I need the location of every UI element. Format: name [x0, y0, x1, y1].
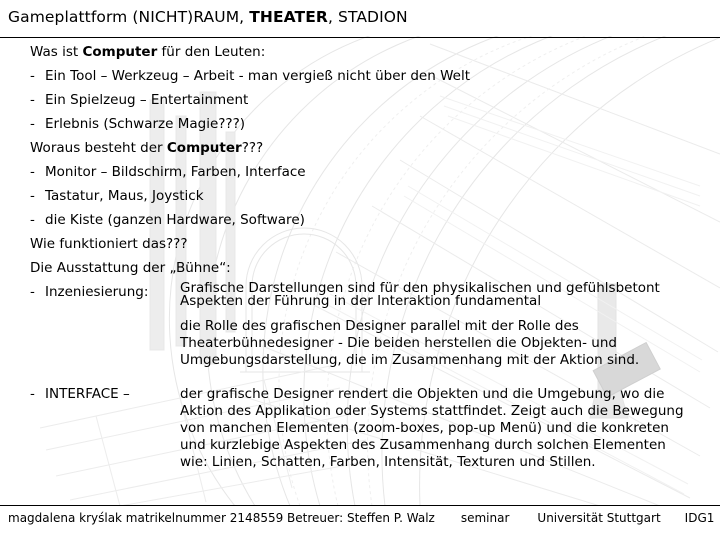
bullet-marker: -: [30, 212, 35, 228]
definition-paragraph: die Rolle des grafischen Designer parall…: [180, 318, 640, 368]
list-item: Ein Tool – Werkzeug – Arbeit - man vergi…: [45, 68, 470, 84]
question-4-heading: Die Ausstattung der „Bühne“:: [30, 260, 231, 276]
slide-canvas: Gameplattform (NICHT)RAUM, THEATER, STAD…: [0, 0, 720, 540]
question-2-heading: Woraus besteht der Computer???: [30, 140, 263, 156]
definition-inzeniesierung: Grafische Darstellungen sind für den phy…: [180, 280, 690, 309]
bullet-marker: -: [30, 68, 35, 84]
list-item: Erlebnis (Schwarze Magie???): [45, 116, 246, 132]
list-item: Monitor – Bildschirm, Farben, Interface: [45, 164, 306, 180]
question-3-heading: Wie funktioniert das???: [30, 236, 188, 252]
question-2-emphasis: Computer: [166, 140, 242, 156]
definition-paragraph: der grafische Designer rendert die Objek…: [180, 386, 684, 470]
definition-designer-role: die Rolle des grafischen Designer parall…: [180, 318, 690, 369]
bullet-marker: -: [30, 386, 35, 402]
page-title: Gameplattform (NICHT)RAUM, THEATER, STAD…: [8, 7, 408, 27]
footer-divider-rule: [0, 505, 720, 506]
list-item: Ein Spielzeug – Entertainment: [45, 92, 249, 108]
footer-seminar: seminar: [460, 511, 510, 525]
footer-course-code: IDG1: [684, 511, 715, 525]
title-divider-rule: [0, 37, 720, 38]
title-prefix: Gameplattform (NICHT)RAUM,: [8, 8, 250, 26]
bullet-marker: -: [30, 164, 35, 180]
definition-paragraph: Grafische Darstellungen sind für den phy…: [180, 280, 660, 309]
question-1-emphasis: Computer: [82, 44, 158, 60]
list-item: Tastatur, Maus, Joystick: [45, 188, 204, 204]
slide-body: Was ist Computer für den Leuten: - Ein T…: [0, 40, 720, 503]
question-2-prefix: Woraus besteht der: [30, 140, 167, 156]
bullet-marker: -: [30, 116, 35, 132]
term-label-interface: INTERFACE –: [45, 386, 130, 402]
footer-university: Universität Stuttgart: [537, 511, 661, 525]
question-1-prefix: Was ist: [30, 44, 83, 60]
title-suffix: , STADION: [327, 8, 408, 26]
slide-title-bar: Gameplattform (NICHT)RAUM, THEATER, STAD…: [0, 0, 720, 38]
bullet-marker: -: [30, 284, 35, 300]
question-1-suffix: für den Leuten:: [157, 44, 266, 60]
term-label-inzeniesierung: Inzeniesierung:: [45, 284, 149, 300]
footer-author: magdalena kryślak matrikelnummer 2148559…: [8, 511, 435, 525]
question-1-heading: Was ist Computer für den Leuten:: [30, 44, 265, 60]
slide-footer: magdalena kryślak matrikelnummer 2148559…: [0, 509, 720, 537]
definition-interface: der grafische Designer rendert die Objek…: [180, 386, 690, 471]
list-item: die Kiste (ganzen Hardware, Software): [45, 212, 305, 228]
question-2-suffix: ???: [241, 140, 264, 156]
bullet-marker: -: [30, 188, 35, 204]
bullet-marker: -: [30, 92, 35, 108]
title-emphasis: THEATER: [249, 8, 328, 26]
